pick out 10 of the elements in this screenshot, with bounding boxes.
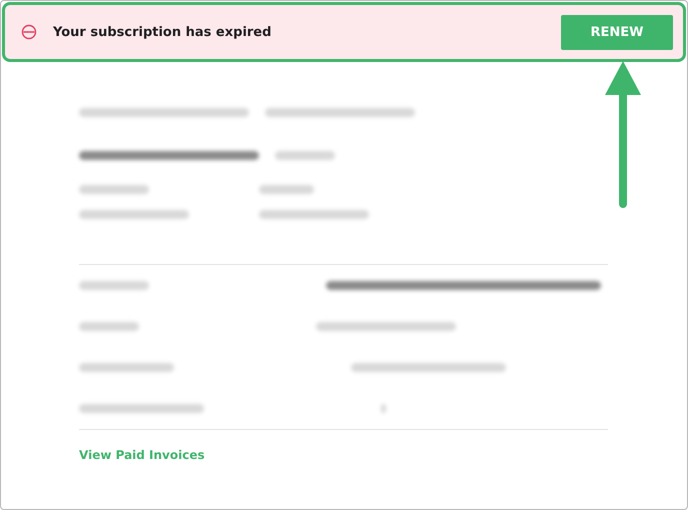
no-entry-icon xyxy=(21,24,37,40)
blurred-text-drawing xyxy=(79,185,149,194)
blurred-text-drawing xyxy=(381,404,386,413)
blurred-text-drawing xyxy=(275,150,335,160)
blurred-text-drawing xyxy=(79,322,139,331)
blurred-text-drawing xyxy=(259,185,314,194)
blurred-text-drawing xyxy=(79,281,149,290)
renew-button[interactable]: RENEW xyxy=(561,14,673,50)
alert-message: Your subscription has expired xyxy=(53,24,272,40)
view-paid-invoices-link[interactable]: View Paid Invoices xyxy=(79,448,205,462)
